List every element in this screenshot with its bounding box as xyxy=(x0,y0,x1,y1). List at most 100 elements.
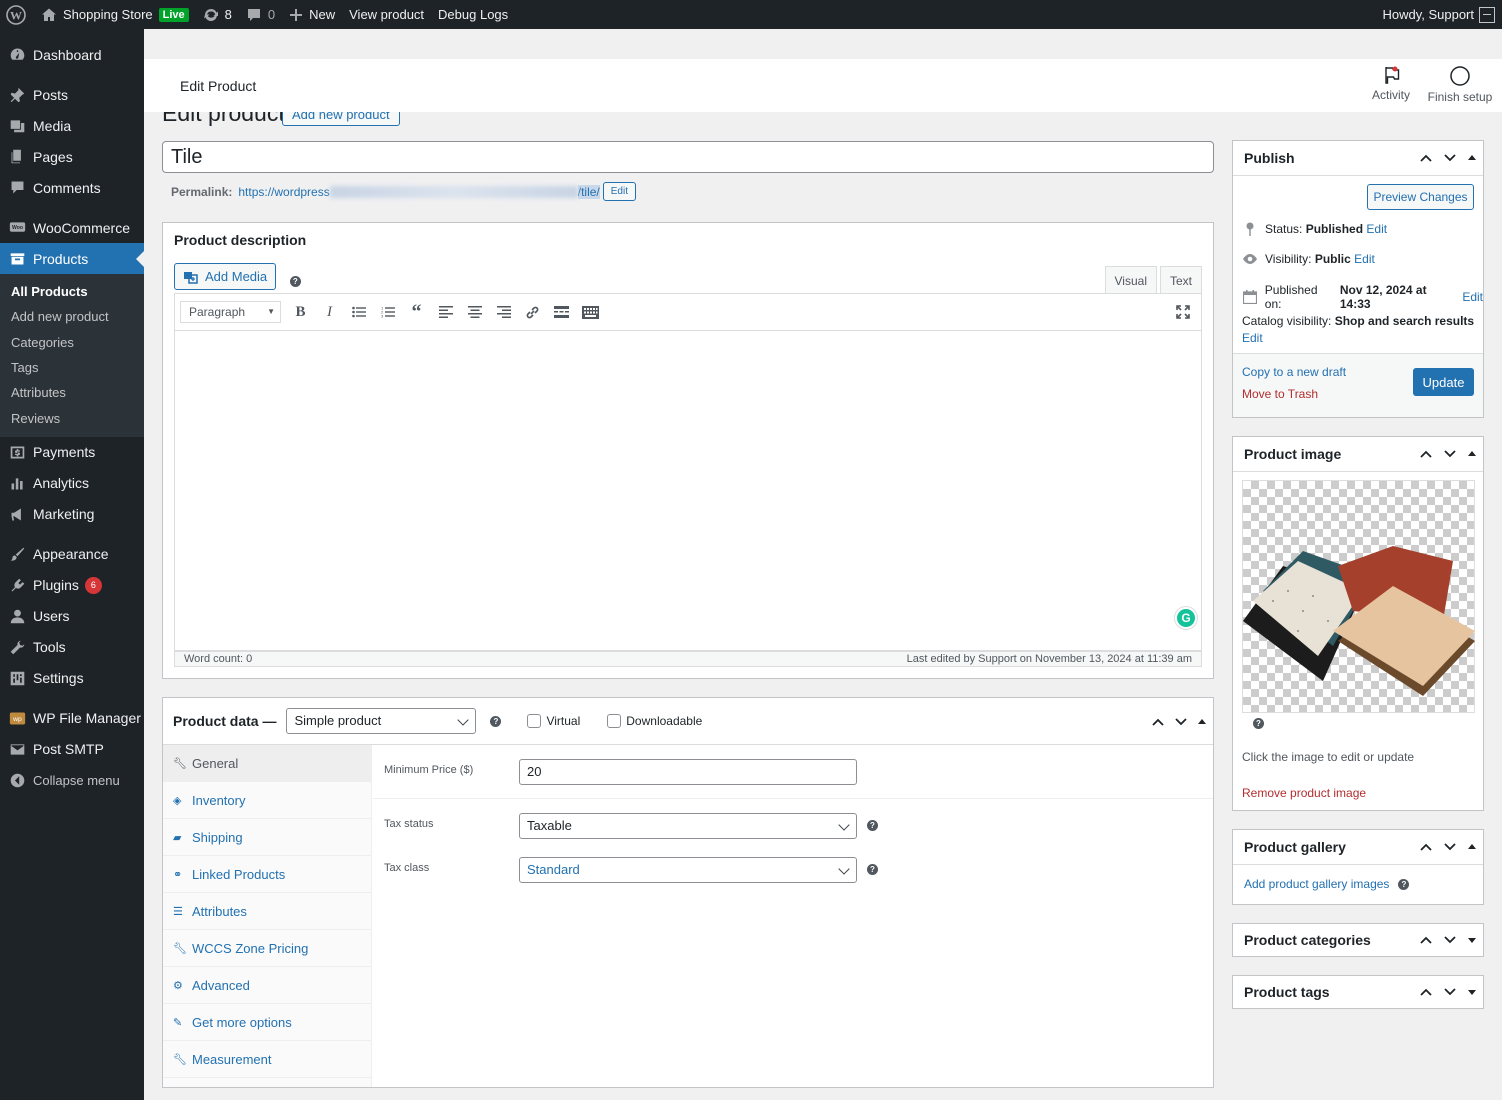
menu-appearance[interactable]: Appearance xyxy=(0,539,144,570)
tax-class-select[interactable]: Standard xyxy=(519,857,857,883)
wordpress-logo-icon[interactable]: W xyxy=(0,0,33,29)
submenu-categories[interactable]: Categories xyxy=(0,330,144,355)
add-media-button[interactable]: Add Media xyxy=(174,263,277,290)
min-price-input[interactable]: 20 xyxy=(519,759,857,785)
preview-changes-button[interactable]: Preview Changes xyxy=(1367,184,1474,210)
comments-link[interactable]: 0 xyxy=(239,0,282,29)
link-icon[interactable] xyxy=(518,298,547,326)
align-left-icon[interactable] xyxy=(431,298,460,326)
tab-text[interactable]: Text xyxy=(1159,266,1202,294)
blockquote-icon[interactable]: “ xyxy=(402,298,431,326)
my-account[interactable]: Howdy, Support xyxy=(1375,0,1502,29)
virtual-checkbox-box[interactable] xyxy=(527,714,542,728)
tab-shipping[interactable]: ▰ Shipping xyxy=(163,819,371,856)
menu-analytics[interactable]: Analytics xyxy=(0,468,144,499)
submenu-add-new-product[interactable]: Add new product xyxy=(0,304,144,329)
menu-media[interactable]: Media xyxy=(0,110,144,141)
downloadable-checkbox[interactable]: Downloadable xyxy=(607,714,702,728)
product-title-input[interactable]: Tile xyxy=(162,141,1214,173)
finish-setup-button[interactable]: Finish setup xyxy=(1426,65,1494,104)
collapse-toggle-icon[interactable] xyxy=(1467,447,1477,461)
tax-status-select[interactable]: Taxable xyxy=(519,813,857,839)
menu-wp-file-manager[interactable]: wp WP File Manager xyxy=(0,703,144,734)
menu-comments[interactable]: Comments xyxy=(0,172,144,203)
move-up-icon[interactable] xyxy=(1419,840,1433,854)
menu-pages[interactable]: Pages xyxy=(0,141,144,172)
move-up-icon[interactable] xyxy=(1419,933,1433,947)
submenu-all-products[interactable]: All Products xyxy=(0,279,144,304)
format-select[interactable]: Paragraph ▼ xyxy=(180,301,281,323)
update-button[interactable]: Update xyxy=(1413,368,1474,396)
editor-content-area[interactable]: G xyxy=(174,331,1202,651)
move-up-icon[interactable] xyxy=(1419,151,1433,165)
product-tags-header[interactable]: Product tags xyxy=(1233,976,1483,1008)
help-icon[interactable]: ? xyxy=(490,715,502,727)
tab-visual[interactable]: Visual xyxy=(1104,266,1157,294)
move-down-icon[interactable] xyxy=(1443,840,1457,854)
catalog-edit-link[interactable]: Edit xyxy=(1242,331,1263,345)
menu-users[interactable]: Users xyxy=(0,601,144,632)
virtual-checkbox[interactable]: Virtual xyxy=(527,714,580,728)
help-icon[interactable]: ? xyxy=(1253,718,1264,729)
visibility-edit-link[interactable]: Edit xyxy=(1354,252,1375,266)
tab-measurement[interactable]: 🔧︎ Measurement xyxy=(163,1041,371,1078)
help-icon[interactable]: ? xyxy=(867,820,878,831)
debug-logs-link[interactable]: Debug Logs xyxy=(431,0,515,29)
expand-toggle-icon[interactable] xyxy=(1467,985,1477,999)
menu-payments[interactable]: Payments xyxy=(0,437,144,468)
remove-product-image-link[interactable]: Remove product image xyxy=(1242,786,1366,800)
tab-inventory[interactable]: ◈ Inventory xyxy=(163,782,371,819)
add-new-product-button[interactable]: Add new product xyxy=(282,112,400,126)
menu-products[interactable]: Products xyxy=(0,243,144,274)
submenu-reviews[interactable]: Reviews xyxy=(0,405,144,430)
align-right-icon[interactable] xyxy=(489,298,518,326)
tab-wccs-zone-pricing[interactable]: 🔧︎ WCCS Zone Pricing xyxy=(163,930,371,967)
menu-plugins[interactable]: Plugins 6 xyxy=(0,570,144,601)
bullet-list-icon[interactable] xyxy=(344,298,373,326)
tab-advanced[interactable]: ⚙ Advanced xyxy=(163,967,371,1004)
menu-dashboard[interactable]: Dashboard xyxy=(0,39,144,70)
bold-icon[interactable]: B xyxy=(286,298,315,326)
move-up-icon[interactable] xyxy=(1419,447,1433,461)
move-down-icon[interactable] xyxy=(1443,933,1457,947)
product-type-select[interactable]: Simple product xyxy=(286,708,477,734)
tab-general[interactable]: 🔧︎ General xyxy=(163,745,371,782)
move-to-trash-link[interactable]: Move to Trash xyxy=(1242,387,1318,401)
collapse-toggle-icon[interactable] xyxy=(1197,715,1207,729)
menu-tools[interactable]: Tools xyxy=(0,632,144,663)
move-down-icon[interactable] xyxy=(1174,715,1188,729)
toolbar-toggle-icon[interactable] xyxy=(576,298,605,326)
menu-settings[interactable]: Settings xyxy=(0,663,144,694)
updates-link[interactable]: 8 xyxy=(196,0,239,29)
collapse-toggle-icon[interactable] xyxy=(1467,840,1477,854)
move-up-icon[interactable] xyxy=(1419,985,1433,999)
menu-posts[interactable]: Posts xyxy=(0,79,144,110)
numbered-list-icon[interactable]: 123 xyxy=(373,298,402,326)
new-content-link[interactable]: New xyxy=(282,0,342,29)
help-icon[interactable]: ? xyxy=(1398,878,1410,890)
submenu-attributes[interactable]: Attributes xyxy=(0,380,144,405)
tab-linked-products[interactable]: ⚭ Linked Products xyxy=(163,856,371,893)
view-product-link[interactable]: View product xyxy=(342,0,431,29)
menu-marketing[interactable]: Marketing xyxy=(0,499,144,530)
grammarly-icon[interactable]: G xyxy=(1174,606,1198,630)
move-down-icon[interactable] xyxy=(1443,151,1457,165)
activity-button[interactable]: Activity xyxy=(1366,65,1416,102)
collapse-toggle-icon[interactable] xyxy=(1467,151,1477,165)
product-image[interactable] xyxy=(1242,480,1475,713)
expand-toggle-icon[interactable] xyxy=(1467,933,1477,947)
italic-icon[interactable]: I xyxy=(315,298,344,326)
read-more-icon[interactable] xyxy=(547,298,576,326)
site-name-link[interactable]: Shopping Store Live xyxy=(33,0,196,29)
fullscreen-icon[interactable] xyxy=(1168,298,1197,326)
help-icon[interactable]: ? xyxy=(867,864,878,875)
submenu-tags[interactable]: Tags xyxy=(0,355,144,380)
downloadable-checkbox-box[interactable] xyxy=(607,714,622,728)
status-edit-link[interactable]: Edit xyxy=(1366,222,1387,236)
published-edit-link[interactable]: Edit xyxy=(1462,290,1483,304)
align-center-icon[interactable] xyxy=(460,298,489,326)
add-gallery-images-link[interactable]: Add product gallery images xyxy=(1244,877,1389,891)
copy-to-draft-link[interactable]: Copy to a new draft xyxy=(1242,365,1346,379)
permalink-link[interactable]: https://wordpress/tile/ xyxy=(238,184,600,199)
tab-get-more-options[interactable]: ✎ Get more options xyxy=(163,1004,371,1041)
